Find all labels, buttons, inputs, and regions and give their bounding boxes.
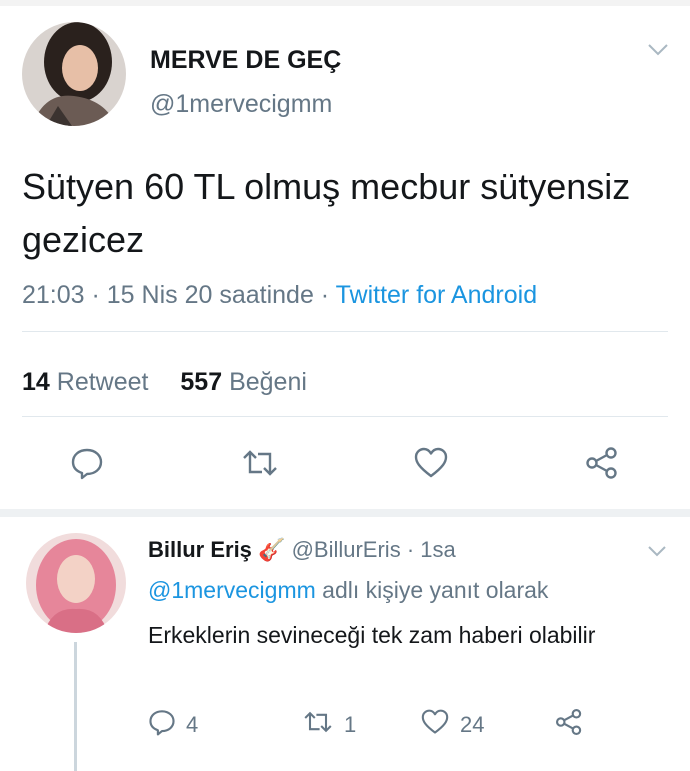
tweet-stats: 14 Retweet 557 Beğeni [22,368,307,397]
retweet-count: 1 [344,712,357,737]
share-icon[interactable] [554,708,584,742]
section-separator [0,509,690,517]
heart-icon[interactable] [413,447,449,479]
tweet-source-link[interactable]: Twitter for Android [336,281,537,309]
reply-text: Erkeklerin sevineceği tek zam haberi ola… [148,622,596,648]
tweet-time: 21:03 · 15 Nis 20 saatinde · [22,281,336,309]
reply-action[interactable]: 4 [148,708,198,742]
avatar[interactable] [22,22,126,126]
divider [22,331,668,332]
reply-to-handle[interactable]: @1mervecigmm [148,577,316,603]
like-count[interactable]: 557 [180,368,222,396]
chevron-down-icon[interactable] [646,42,670,58]
display-name[interactable]: MERVE DE GEÇ [150,46,341,75]
share-icon[interactable] [584,446,620,480]
like-action[interactable]: 24 [420,708,484,742]
retweet-icon[interactable] [240,448,280,478]
reply-context: @1mervecigmm adlı kişiye yanıt olarak [148,577,548,604]
heart-icon[interactable] [420,709,450,741]
guitar-icon: 🎸 [258,537,286,562]
chevron-down-icon[interactable] [646,544,668,558]
reply-count: 4 [186,712,199,737]
divider [22,416,668,417]
reply-avatar[interactable] [26,533,126,633]
share-action[interactable] [554,708,584,742]
reply-time: · 1sa [400,537,456,562]
tweet-meta: 21:03 · 15 Nis 20 saatinde · Twitter for… [22,281,537,310]
retweet-icon[interactable] [302,709,334,741]
retweet-action[interactable]: 1 [302,708,356,742]
reply-display-name[interactable]: Billur Eriş [148,537,252,562]
retweet-count[interactable]: 14 [22,368,50,396]
tweet-text: Sütyen 60 TL olmuş mecbur sütyensiz gezi… [22,166,631,260]
reply-handle[interactable]: @BillurEris [292,537,401,562]
reply-icon[interactable] [70,446,104,480]
reply-icon[interactable] [148,708,176,742]
reply-to-label: adlı kişiye yanıt olarak [315,577,549,603]
like-label[interactable]: Beğeni [229,368,307,396]
user-handle[interactable]: @1mervecigmm [150,90,332,119]
reply-header: Billur Eriş 🎸 @BillurEris · 1sa [148,537,456,563]
thread-line [74,642,77,771]
like-count: 24 [460,712,485,737]
retweet-label[interactable]: Retweet [57,368,149,396]
main-tweet: MERVE DE GEÇ @1mervecigmm Sütyen 60 TL o… [0,6,690,509]
